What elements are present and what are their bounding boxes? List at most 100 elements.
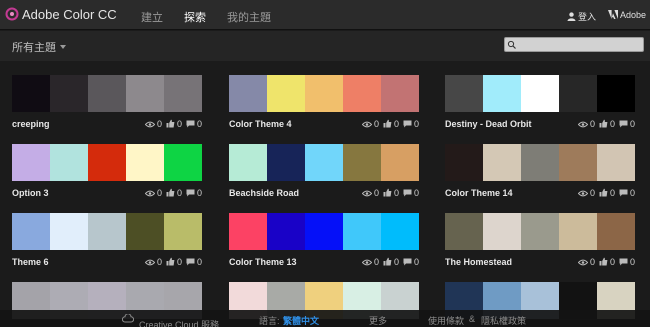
color-swatch[interactable] xyxy=(305,144,343,181)
color-swatch[interactable] xyxy=(88,213,126,250)
color-swatch[interactable] xyxy=(229,75,267,112)
like-count[interactable]: 0 xyxy=(383,257,399,267)
color-swatch[interactable] xyxy=(88,144,126,181)
color-swatch[interactable] xyxy=(12,213,50,250)
more-link[interactable]: 更多 xyxy=(369,314,387,327)
color-swatches[interactable] xyxy=(12,213,202,250)
color-swatch[interactable] xyxy=(267,75,305,112)
color-swatch[interactable] xyxy=(559,144,597,181)
like-count[interactable]: 0 xyxy=(599,257,615,267)
color-swatch[interactable] xyxy=(381,144,419,181)
theme-filter-dropdown[interactable]: 所有主題 xyxy=(12,39,66,55)
color-swatch[interactable] xyxy=(267,144,305,181)
theme-card[interactable]: The Homestead 0 0 0 xyxy=(445,213,635,275)
theme-name[interactable]: Color Theme 13 xyxy=(229,257,297,267)
color-swatch[interactable] xyxy=(521,144,559,181)
theme-name[interactable]: Color Theme 14 xyxy=(445,188,513,198)
color-swatch[interactable] xyxy=(445,75,483,112)
comment-count[interactable]: 0 xyxy=(186,119,202,129)
color-swatch[interactable] xyxy=(521,213,559,250)
adobe-link[interactable]: Adobe xyxy=(608,10,646,20)
theme-card[interactable]: Theme 6 0 0 0 xyxy=(12,213,202,275)
color-swatch[interactable] xyxy=(50,75,88,112)
color-swatch[interactable] xyxy=(597,75,635,112)
color-swatch[interactable] xyxy=(445,213,483,250)
terms-link[interactable]: 使用條款 xyxy=(428,314,464,327)
color-swatch[interactable] xyxy=(483,213,521,250)
search-input[interactable] xyxy=(504,37,644,52)
color-swatch[interactable] xyxy=(597,144,635,181)
color-swatch[interactable] xyxy=(50,213,88,250)
color-swatch[interactable] xyxy=(343,75,381,112)
color-swatches[interactable] xyxy=(229,144,419,181)
comment-count[interactable]: 0 xyxy=(403,119,419,129)
color-swatch[interactable] xyxy=(483,144,521,181)
theme-card[interactable]: Color Theme 4 0 0 0 xyxy=(229,75,419,137)
comment-count[interactable]: 0 xyxy=(186,257,202,267)
color-swatch[interactable] xyxy=(559,213,597,250)
color-swatch[interactable] xyxy=(445,144,483,181)
color-swatches[interactable] xyxy=(445,144,635,181)
creative-cloud-link[interactable]: Creative Cloud 服務 xyxy=(121,313,219,327)
color-swatch[interactable] xyxy=(267,213,305,250)
color-swatch[interactable] xyxy=(164,213,202,250)
theme-name[interactable]: Option 3 xyxy=(12,188,49,198)
color-swatch[interactable] xyxy=(229,144,267,181)
comment-count[interactable]: 0 xyxy=(619,119,635,129)
comment-count[interactable]: 0 xyxy=(403,257,419,267)
theme-name[interactable]: creeping xyxy=(12,119,50,129)
color-swatch[interactable] xyxy=(164,75,202,112)
color-swatch[interactable] xyxy=(164,144,202,181)
color-swatch[interactable] xyxy=(126,213,164,250)
theme-card[interactable]: Color Theme 14 0 0 0 xyxy=(445,144,635,206)
color-swatch[interactable] xyxy=(343,144,381,181)
color-swatch[interactable] xyxy=(483,75,521,112)
like-count[interactable]: 0 xyxy=(383,119,399,129)
theme-name[interactable]: Beachside Road xyxy=(229,188,299,198)
comment-count[interactable]: 0 xyxy=(186,188,202,198)
theme-name[interactable]: The Homestead xyxy=(445,257,512,267)
color-swatch[interactable] xyxy=(88,75,126,112)
color-swatch[interactable] xyxy=(381,213,419,250)
theme-card[interactable]: Option 3 0 0 0 xyxy=(12,144,202,206)
nav-explore[interactable]: 探索 xyxy=(184,9,206,25)
language-selector[interactable]: 繁體中文 xyxy=(283,314,319,327)
color-swatches[interactable] xyxy=(229,213,419,250)
login-button[interactable]: 登入 xyxy=(567,10,596,23)
color-swatch[interactable] xyxy=(305,75,343,112)
color-swatch[interactable] xyxy=(12,144,50,181)
color-swatch[interactable] xyxy=(126,75,164,112)
color-swatch[interactable] xyxy=(305,213,343,250)
color-swatches[interactable] xyxy=(445,75,635,112)
nav-create[interactable]: 建立 xyxy=(141,9,163,25)
color-swatch[interactable] xyxy=(50,144,88,181)
adobe-color-logo-icon[interactable] xyxy=(5,7,19,21)
like-count[interactable]: 0 xyxy=(383,188,399,198)
color-swatch[interactable] xyxy=(521,75,559,112)
privacy-link[interactable]: 隱私權政策 xyxy=(481,314,526,327)
theme-card[interactable]: creeping 0 0 0 xyxy=(12,75,202,137)
color-swatch[interactable] xyxy=(12,75,50,112)
nav-my-themes[interactable]: 我的主題 xyxy=(227,9,271,25)
like-count[interactable]: 0 xyxy=(166,257,182,267)
color-swatch[interactable] xyxy=(381,75,419,112)
like-count[interactable]: 0 xyxy=(166,188,182,198)
color-swatch[interactable] xyxy=(343,213,381,250)
theme-card[interactable]: Destiny - Dead Orbit 0 0 0 xyxy=(445,75,635,137)
app-title[interactable]: Adobe Color CC xyxy=(22,7,117,22)
like-count[interactable]: 0 xyxy=(166,119,182,129)
color-swatch[interactable] xyxy=(126,144,164,181)
comment-count[interactable]: 0 xyxy=(619,188,635,198)
color-swatches[interactable] xyxy=(12,144,202,181)
theme-name[interactable]: Destiny - Dead Orbit xyxy=(445,119,532,129)
color-swatches[interactable] xyxy=(229,75,419,112)
theme-card[interactable]: Color Theme 13 0 0 0 xyxy=(229,213,419,275)
like-count[interactable]: 0 xyxy=(599,188,615,198)
color-swatch[interactable] xyxy=(559,75,597,112)
comment-count[interactable]: 0 xyxy=(619,257,635,267)
color-swatches[interactable] xyxy=(12,75,202,112)
comment-count[interactable]: 0 xyxy=(403,188,419,198)
like-count[interactable]: 0 xyxy=(599,119,615,129)
color-swatch[interactable] xyxy=(597,213,635,250)
theme-name[interactable]: Theme 6 xyxy=(12,257,49,267)
